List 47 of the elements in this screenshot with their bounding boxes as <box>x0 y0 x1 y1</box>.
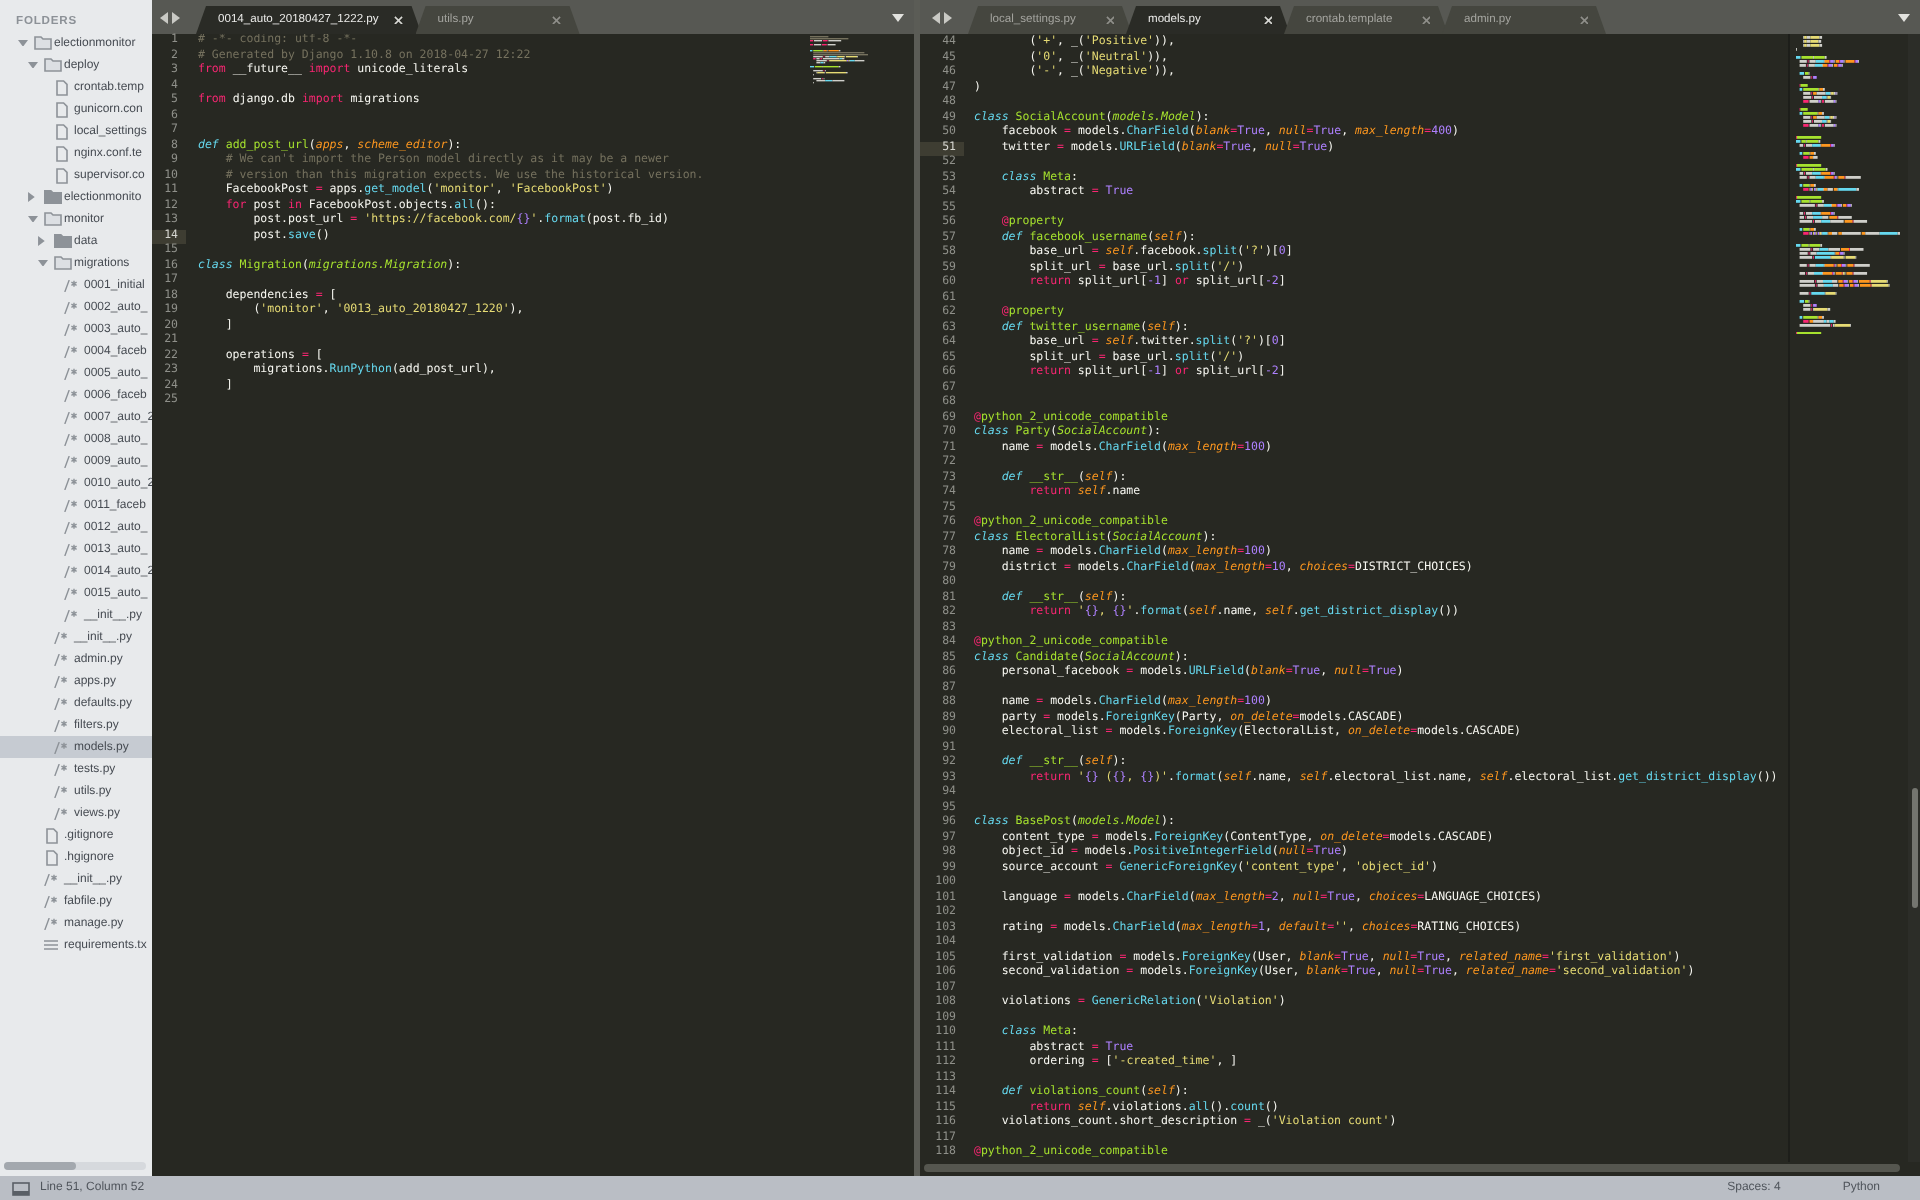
code-file-icon <box>44 873 58 885</box>
caret-down-icon[interactable] <box>1898 13 1910 21</box>
minimap-drawing[interactable] <box>810 36 869 84</box>
code-file-icon <box>64 587 78 599</box>
code-file-icon <box>54 741 68 753</box>
caret-left-icon[interactable] <box>160 11 168 23</box>
code-file-icon <box>64 433 78 445</box>
caret-right-icon[interactable] <box>944 11 952 23</box>
caret-left-icon[interactable] <box>932 11 940 23</box>
code-file-icon <box>64 301 78 313</box>
code-file-icon <box>64 609 78 621</box>
code-file-icon <box>44 895 58 907</box>
code-file-icon <box>64 411 78 423</box>
code-file-icon <box>54 785 68 797</box>
code-file-icon <box>54 653 68 665</box>
caret-down-icon[interactable] <box>17 39 27 47</box>
caret-right-icon[interactable] <box>38 236 46 246</box>
caret-right-icon[interactable] <box>28 192 36 202</box>
text-file-icon <box>44 940 58 950</box>
caret-down-icon[interactable] <box>37 259 47 267</box>
code-file-icon <box>54 719 68 731</box>
caret-down-icon[interactable] <box>27 61 37 69</box>
code-file-icon <box>64 279 78 291</box>
code-file-icon <box>64 565 78 577</box>
code-file-icon <box>64 521 78 533</box>
code-file-icon <box>54 697 68 709</box>
code-file-icon <box>64 323 78 335</box>
code-file-icon <box>54 631 68 643</box>
caret-down-icon[interactable] <box>27 215 37 223</box>
code-file-icon <box>64 477 78 489</box>
code-file-icon <box>54 675 68 687</box>
code-file-icon <box>64 389 78 401</box>
code-file-icon <box>44 917 58 929</box>
scrollbar-thumb[interactable] <box>1911 788 1917 908</box>
horizontal-scrollbar[interactable] <box>924 1164 1900 1172</box>
panel-icon[interactable] <box>12 1181 30 1195</box>
caret-down-icon[interactable] <box>892 13 904 21</box>
code-file-icon <box>54 763 68 775</box>
code-file-icon <box>64 345 78 357</box>
code-file-icon <box>64 543 78 555</box>
caret-right-icon[interactable] <box>172 11 180 23</box>
code-file-icon <box>64 499 78 511</box>
minimap-drawing[interactable] <box>1796 36 1901 335</box>
code-file-icon <box>54 807 68 819</box>
horizontal-scrollbar[interactable] <box>4 1162 146 1170</box>
code-file-icon <box>64 367 78 379</box>
code-file-icon <box>64 455 78 467</box>
